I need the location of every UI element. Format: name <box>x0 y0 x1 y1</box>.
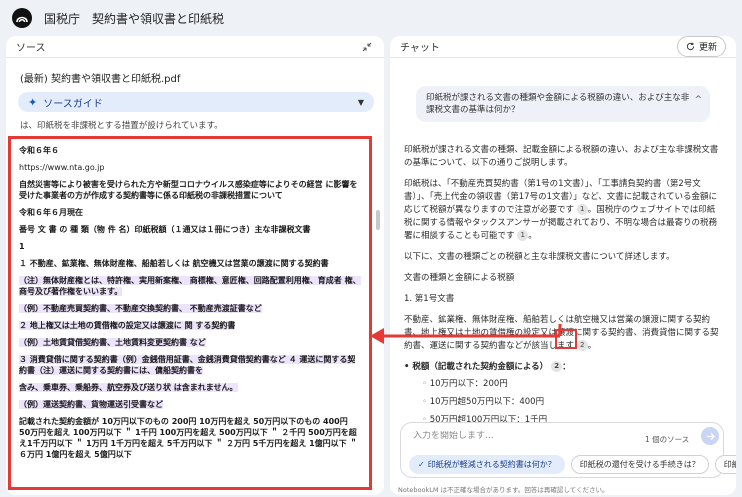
citation-badge-selected[interactable]: 2 <box>576 340 588 351</box>
doc-line: 番号 文 書 の 種 類（物 件 名）印紙税額（１通又は１冊につき）主な非課税文… <box>19 225 311 234</box>
suggestion-chip-label: 印紙税 <box>723 460 736 469</box>
citation-badge[interactable]: 1 <box>576 204 588 215</box>
chat-answer: 印紙税が課される文書の種類、記載金額による税額の違い、および主な非課税文書の基準… <box>404 144 722 432</box>
refresh-button[interactable]: 更新 <box>676 36 726 57</box>
doc-line-highlighted: （例）土地賃貸借契約書、土地賃料変更契約書 など <box>19 337 361 348</box>
answer-paragraph: 印紙税は、「不動産売買契約書（第1号の1文書）」、「工事請負契約書（第2号文書）… <box>404 178 722 243</box>
chevron-down-icon: ▼ <box>357 97 364 107</box>
doc-line: 1 <box>19 242 25 251</box>
suggestion-chip[interactable]: 印紙税 <box>714 455 736 474</box>
suggestion-chip-label: 印紙税の還付を受ける手続きは？ <box>579 460 700 469</box>
answer-paragraph: 印紙税が課される文書の種類、記載金額による税額の違い、および主な非課税文書の基準… <box>404 145 719 168</box>
source-guide-label: ソースガイド <box>43 98 103 110</box>
tax-amount-label: 税額（記載された契約金額による） <box>412 362 549 372</box>
citation-badge[interactable]: 2 <box>551 361 563 372</box>
doc-line: 令和６年６月現在 <box>19 208 83 217</box>
suggestion-chip[interactable]: ✓ 印紙税が軽減される契約書は何か？ <box>409 455 565 474</box>
sources-scrollbar[interactable] <box>376 120 380 490</box>
tax-tier-item: 10万円以下：200円 <box>422 378 722 391</box>
collapse-panel-icon[interactable] <box>360 40 374 54</box>
doc-line-text: 含み、乗車券、乗船券、航空券及び送り状 は含まれません。 <box>19 383 238 392</box>
suggestion-chip-label: 印紙税が軽減される契約書は何か？ <box>427 460 556 469</box>
doc-line-highlighted: ３ 消費貸借に関する契約書（例）金銭借用証書、金銭消費貸借契約書など ４ 運送に… <box>19 354 361 376</box>
tax-tier-list: 10万円以下：200円 10万円超50万円以下：400円 50万円超100万円以… <box>404 378 722 427</box>
doc-line-text: （例）土地賃貸借契約書、土地賃料変更契約書 など <box>19 338 206 347</box>
doc-line: 自然災害等により被害を受けられた方や新型コロナウイルス感染症等によりその経営 に… <box>19 180 358 200</box>
check-icon: ✓ <box>418 460 425 469</box>
disclaimer-text: NotebookLM は不正確な場合があります。回答は再確認してください。 <box>398 486 609 494</box>
doc-line-highlighted: （例）不動産売買契約書、不動産交換契約書、 不動産売渡証書など <box>19 303 361 314</box>
source-document-excerpt: 令和６年６ https://www.nta.go.jp 自然災害等により被害を受… <box>8 136 372 490</box>
tax-amount-suffix: ： <box>562 362 571 372</box>
suggestion-chips: ✓印紙税が軽減される契約書は何か？ 印紙税の還付を受ける手続きは？ 印紙税 <box>409 455 736 474</box>
sources-scroll-thumb[interactable] <box>376 210 380 230</box>
doc-line-text: （注）無体財産権とは、特許権、実用新案権、 商標権、意匠権、回路配置利用権、育成… <box>19 276 361 296</box>
user-question-bubble: 印紙税が課される文書の種類や金額による税額の違い、および主な非課税文書の基準は何… <box>416 86 710 122</box>
chat-header: チャット 更新 <box>390 36 736 58</box>
doc-line-text: （例）不動産売買契約書、不動産交換契約書、 不動産売渡証書など <box>19 304 262 313</box>
doc-line-text: ２ 地上権又は土地の賃借権の設定又は譲渡に 関 する契約書 <box>19 321 236 330</box>
answer-heading: 文書の種類と金額による税額 <box>404 273 515 283</box>
doc-line-text: ３ 消費貸借に関する契約書（例）金銭借用証書、金銭消費貸借契約書など ４ 運送に… <box>19 355 356 375</box>
send-arrow-icon <box>706 432 715 440</box>
sources-header-label: ソース <box>16 43 46 54</box>
doc-line-highlighted: ２ 地上権又は土地の賃借権の設定又は譲渡に 関 する契約書 <box>19 320 361 331</box>
citation-badge[interactable]: 1 <box>517 230 529 241</box>
source-count: 1 個のソース <box>645 435 690 444</box>
answer-subheading: 1. 第1号文書 <box>404 294 455 304</box>
doc-line-text: （例）運送契約書、貨物運送引受書など <box>19 400 163 409</box>
annotation-arrow-icon <box>370 324 562 344</box>
chat-input-card: 1 個のソース ✓印紙税が軽減される契約書は何か？ 印紙税の還付を受ける手続きは… <box>400 422 736 478</box>
suggestion-chip[interactable]: 印紙税の還付を受ける手続きは？ <box>570 455 709 474</box>
chat-header-label: チャット <box>400 43 440 54</box>
notebook-title[interactable]: 国税庁 契約書や領収書と印紙税 <box>44 10 224 27</box>
sources-header: ソース <box>6 36 384 58</box>
refresh-icon <box>686 42 695 51</box>
source-guide-toggle[interactable]: ✦ ソースガイド ▼ <box>18 92 374 112</box>
source-preceding-text: は、印紙税を非課税とする措置が設けられています。 <box>20 120 370 132</box>
top-bar: 国税庁 契約書や領収書と印紙税 <box>0 0 742 36</box>
sparkle-icon: ✦ <box>28 95 38 109</box>
doc-line: １ 不動産、鉱業権、無体財産権、船舶若しくは 航空機又は営業の譲渡に関する契約書 <box>19 259 329 268</box>
doc-line-highlighted: （注）無体財産権とは、特許権、実用新案権、 商標権、意匠権、回路配置利用権、育成… <box>19 275 361 297</box>
notebooklm-logo-icon[interactable] <box>12 8 32 28</box>
tax-tier-item: 10万円超50万円以下：400円 <box>422 396 722 409</box>
answer-text: 。 <box>528 231 537 241</box>
chevron-up-icon[interactable]: ^ <box>694 94 702 106</box>
doc-line-highlighted: 含み、乗車券、乗船券、航空券及び送り状 は含まれません。 <box>19 382 361 393</box>
send-button[interactable] <box>701 427 719 445</box>
chat-panel: チャット 更新 印紙税が課される文書の種類や金額による税額の違い、および主な非課… <box>390 36 736 495</box>
doc-line: 令和６年６ <box>19 146 59 155</box>
doc-line: 記載された契約金額が 10万円以下のもの 200円 10万円を超え 50万円以下… <box>19 417 358 459</box>
refresh-label: 更新 <box>698 43 717 53</box>
source-file-title: (最新) 契約書や領収書と印紙税.pdf <box>20 74 181 85</box>
user-question-text: 印紙税が課される文書の種類や金額による税額の違い、および主な非課税文書の基準は何… <box>426 93 690 115</box>
sources-panel: ソース (最新) 契約書や領収書と印紙税.pdf ✦ ソースガイド ▼ は、印紙… <box>6 36 384 495</box>
answer-paragraph: 以下に、文書の種類ごとの税額と主な非課税文書について詳述します。 <box>404 252 675 262</box>
source-preceding-line: は、印紙税を非課税とする措置が設けられています。 <box>20 121 223 131</box>
doc-line-url: https://www.nta.go.jp <box>19 163 105 172</box>
chat-input[interactable] <box>413 431 633 441</box>
tax-amount-bullet: • 税額（記載された契約金額による） 2： <box>404 361 571 372</box>
doc-line-highlighted: （例）運送契約書、貨物運送引受書など <box>19 399 361 410</box>
